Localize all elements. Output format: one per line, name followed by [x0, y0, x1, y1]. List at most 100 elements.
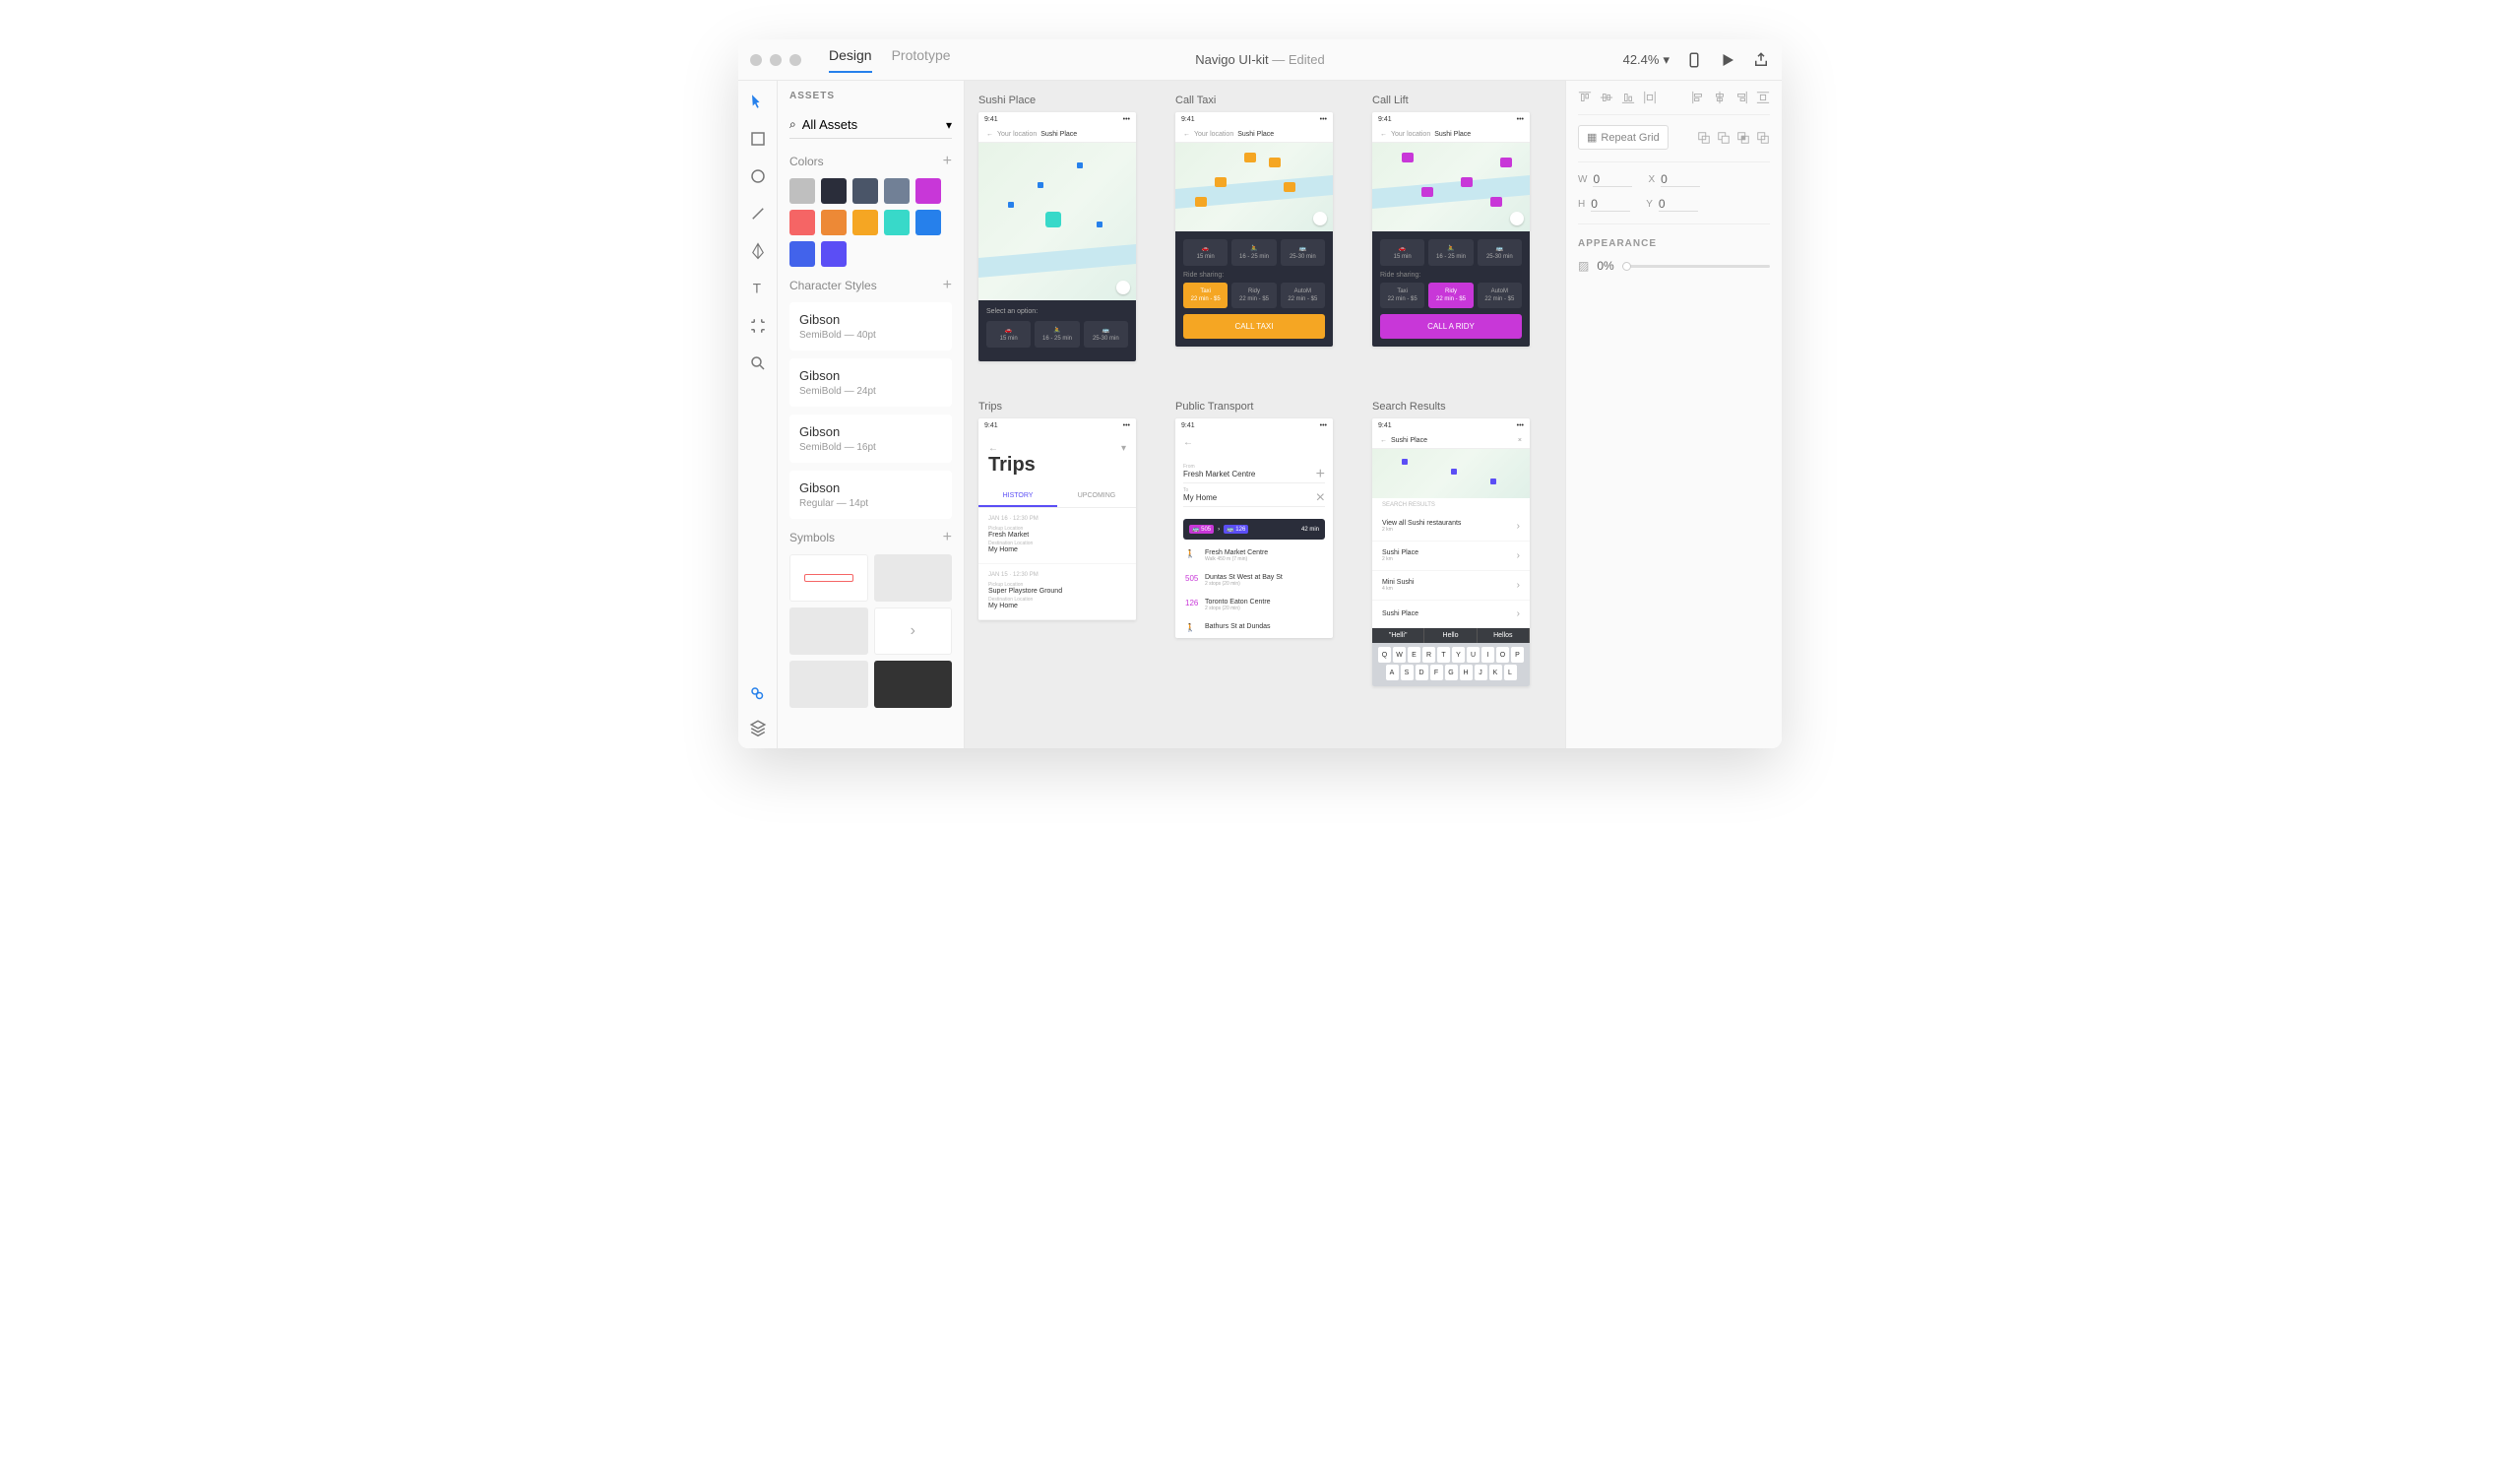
color-swatch[interactable]	[884, 178, 910, 204]
color-swatch[interactable]	[915, 210, 941, 235]
artboard-call-lift[interactable]: Call Lift 9:41••• ←Your locationSushi Pl…	[1372, 95, 1530, 361]
color-swatch[interactable]	[821, 241, 847, 267]
artboard-trips[interactable]: Trips 9:41••• ←▾ Trips HISTORY UPCOMING …	[978, 401, 1136, 686]
character-style[interactable]: GibsonSemiBold — 24pt	[789, 358, 952, 407]
maximize-window-button[interactable]	[789, 54, 801, 66]
color-swatch[interactable]	[852, 210, 878, 235]
canvas[interactable]: Sushi Place 9:41••• ←Your locationSushi …	[965, 81, 1565, 748]
align-controls	[1578, 91, 1770, 115]
select-tool-icon[interactable]	[749, 93, 767, 110]
symbol-thumbnail[interactable]	[874, 554, 953, 602]
route-step: 🚶Bathurs St at Dundas	[1175, 617, 1333, 638]
results-header: SEARCH RESULTS	[1372, 498, 1530, 512]
rectangle-tool-icon[interactable]	[749, 130, 767, 148]
assets-filter: All Assets	[802, 117, 940, 132]
artboard-search-results[interactable]: Search Results 9:41••• ←Sushi Place× SEA…	[1372, 401, 1530, 686]
suggestion: Hello	[1424, 628, 1477, 643]
assets-panel-icon[interactable]	[749, 685, 767, 703]
character-style[interactable]: GibsonRegular — 14pt	[789, 471, 952, 519]
character-style[interactable]: GibsonSemiBold — 16pt	[789, 415, 952, 463]
symbols-section-title: Symbols +	[789, 529, 952, 546]
map	[1175, 143, 1333, 231]
color-swatches	[789, 178, 952, 267]
option: 🚗15 min	[1380, 239, 1424, 266]
add-symbol-button[interactable]: +	[943, 529, 952, 546]
color-swatch[interactable]	[915, 178, 941, 204]
opacity-slider[interactable]	[1622, 265, 1770, 268]
align-middle-icon[interactable]	[1600, 91, 1613, 104]
artboard-public-transport[interactable]: Public Transport 9:41••• ← From Fresh Ma…	[1175, 401, 1333, 686]
align-bottom-icon[interactable]	[1621, 91, 1635, 104]
color-swatch[interactable]	[821, 178, 847, 204]
boolean-intersect-icon[interactable]	[1736, 131, 1750, 145]
app-window: Design Prototype Navigo UI-kit — Edited …	[738, 39, 1782, 748]
share-icon[interactable]	[1752, 51, 1770, 69]
assets-search[interactable]: ⌕ All Assets ▾	[789, 111, 952, 139]
add-icon: +	[1316, 466, 1325, 483]
route-summary: 🚌 505 › 🚌 126 42 min	[1183, 519, 1325, 540]
tab-prototype[interactable]: Prototype	[892, 47, 951, 73]
boolean-exclude-icon[interactable]	[1756, 131, 1770, 145]
map	[1372, 449, 1530, 498]
h-input[interactable]: 0	[1591, 197, 1630, 212]
zoom-tool-icon[interactable]	[749, 354, 767, 372]
y-input[interactable]: 0	[1659, 197, 1698, 212]
x-input[interactable]: 0	[1661, 172, 1700, 187]
keyboard-key: H	[1460, 665, 1473, 680]
align-top-icon[interactable]	[1578, 91, 1592, 104]
minimize-window-button[interactable]	[770, 54, 782, 66]
color-swatch[interactable]	[821, 210, 847, 235]
tab-upcoming: UPCOMING	[1057, 486, 1136, 507]
pen-tool-icon[interactable]	[749, 242, 767, 260]
opacity-value[interactable]: 0%	[1597, 259, 1613, 273]
align-right-icon[interactable]	[1734, 91, 1748, 104]
distribute-v-icon[interactable]	[1643, 91, 1657, 104]
text-tool-icon[interactable]: T	[749, 280, 767, 297]
symbol-thumbnail[interactable]: ›	[874, 607, 953, 655]
status-icons: •••	[1320, 116, 1327, 123]
character-style[interactable]: GibsonSemiBold — 40pt	[789, 302, 952, 351]
repeat-grid-button[interactable]: ▦ Repeat Grid	[1578, 125, 1669, 150]
grid-icon: ▦	[1587, 131, 1597, 144]
artboard-tool-icon[interactable]	[749, 317, 767, 335]
keyboard-key: L	[1504, 665, 1517, 680]
search-icon: ⌕	[789, 117, 796, 132]
device-preview-icon[interactable]	[1685, 51, 1703, 69]
w-input[interactable]: 0	[1593, 172, 1632, 187]
boolean-subtract-icon[interactable]	[1717, 131, 1731, 145]
artboard-sushi-place[interactable]: Sushi Place 9:41••• ←Your locationSushi …	[978, 95, 1136, 361]
artboard-label: Sushi Place	[978, 95, 1136, 106]
call-taxi-button: CALL TAXI	[1183, 314, 1325, 339]
trip-item: JAN 16 · 12:30 PMPickup LocationFresh Ma…	[978, 508, 1136, 564]
back-icon: ←	[986, 131, 993, 138]
symbol-thumbnail[interactable]	[789, 554, 868, 602]
route-step: 🚶Fresh Market CentreWalk 450 m (7 min)	[1175, 543, 1333, 568]
ride-option-taxi: Taxi22 min - $5	[1183, 283, 1228, 308]
layers-panel-icon[interactable]	[749, 719, 767, 736]
opacity-icon: ▨	[1578, 259, 1589, 273]
color-swatch[interactable]	[789, 178, 815, 204]
symbol-thumbnail[interactable]	[789, 661, 868, 708]
select-option-label: Select an option:	[986, 308, 1128, 315]
artboard-call-taxi[interactable]: Call Taxi 9:41••• ←Your locationSushi Pl…	[1175, 95, 1333, 361]
charstyles-label: Character Styles	[789, 279, 877, 292]
distribute-h-icon[interactable]	[1756, 91, 1770, 104]
color-swatch[interactable]	[789, 241, 815, 267]
symbol-thumbnail[interactable]	[874, 661, 953, 708]
line-tool-icon[interactable]	[749, 205, 767, 223]
option: 🚴16 - 25 min	[1428, 239, 1473, 266]
boolean-add-icon[interactable]	[1697, 131, 1711, 145]
color-swatch[interactable]	[852, 178, 878, 204]
tab-design[interactable]: Design	[829, 47, 872, 73]
color-swatch[interactable]	[789, 210, 815, 235]
add-charstyle-button[interactable]: +	[943, 277, 952, 294]
align-center-icon[interactable]	[1713, 91, 1727, 104]
zoom-dropdown[interactable]: 42.4% ▾	[1623, 52, 1670, 68]
play-icon[interactable]	[1719, 51, 1736, 69]
symbol-thumbnail[interactable]	[789, 607, 868, 655]
add-color-button[interactable]: +	[943, 153, 952, 170]
close-window-button[interactable]	[750, 54, 762, 66]
align-left-icon[interactable]	[1691, 91, 1705, 104]
ellipse-tool-icon[interactable]	[749, 167, 767, 185]
color-swatch[interactable]	[884, 210, 910, 235]
